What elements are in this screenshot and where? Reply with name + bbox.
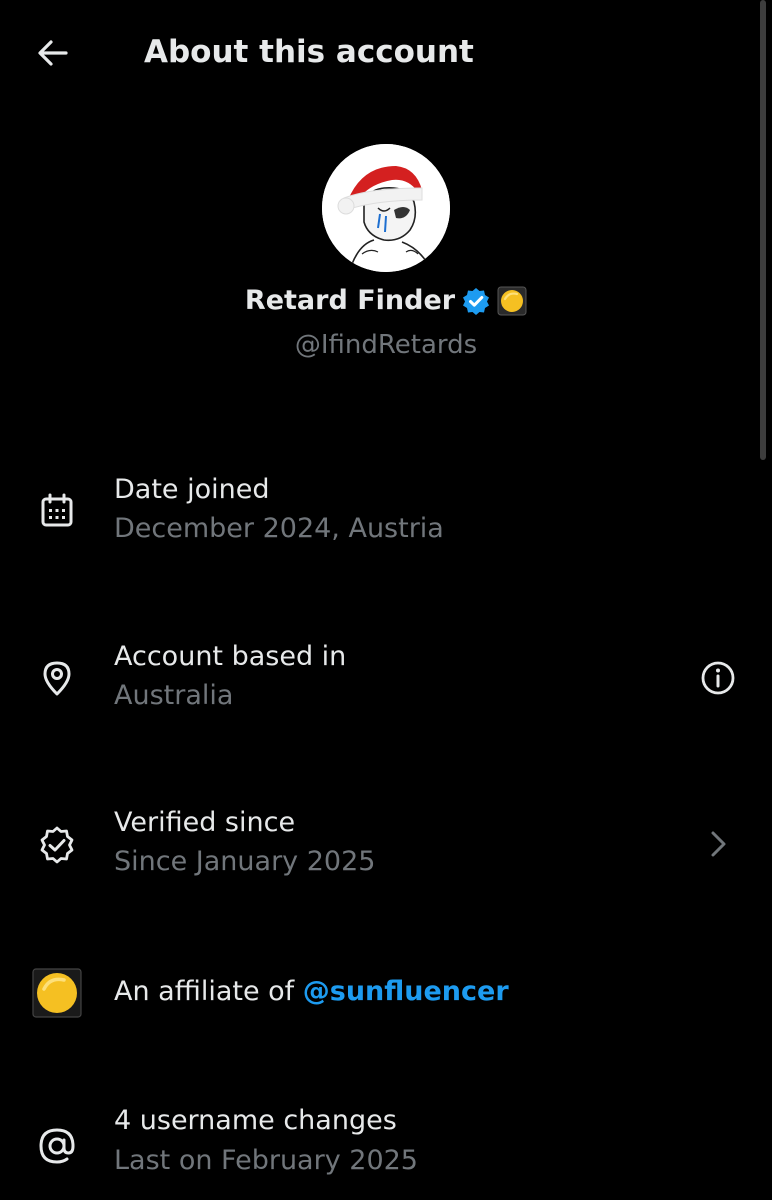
date-joined-row: Date joined December 2024, Austria [0,470,772,560]
username-changes-value: Last on February 2025 [114,1145,418,1176]
date-joined-value: December 2024, Austria [114,513,444,544]
affiliate-link[interactable]: @sunfluencer [303,976,509,1007]
at-sign-icon [32,1121,82,1171]
verified-since-value: Since January 2025 [114,846,376,877]
info-icon [701,661,735,695]
user-handle: @IfindRetards [294,330,478,360]
avatar-image [322,144,450,272]
affiliate-row: An affiliate of @sunfluencer [0,966,772,1026]
account-based-in-row: Account based in Australia [0,637,772,727]
avatar[interactable] [322,144,450,272]
location-pin-icon [32,653,82,703]
verified-since-label: Verified since [114,807,296,838]
name-row: Retard Finder [0,285,772,316]
verified-badge-icon [463,287,490,315]
account-based-in-label: Account based in [114,641,347,672]
date-joined-label: Date joined [114,474,270,505]
affiliate-text: An affiliate of @sunfluencer [114,976,509,1007]
calendar-icon [32,486,82,536]
username-changes-label: 4 username changes [114,1105,397,1136]
arrow-left-icon [38,40,68,66]
display-name: Retard Finder [244,285,456,316]
affiliate-prefix: An affiliate of [114,976,303,1007]
verified-outline-icon [32,820,82,870]
page-title: About this account [144,34,474,70]
account-based-in-value: Australia [114,680,234,711]
back-button[interactable] [28,28,78,78]
username-changes-row: 4 username changes Last on February 2025 [0,1105,772,1195]
sun-affiliate-icon [32,968,82,1018]
scrollbar[interactable] [760,0,766,460]
chevron-right-icon [698,824,738,864]
info-button[interactable] [698,658,738,698]
top-bar: About this account [0,0,772,105]
verified-since-row[interactable]: Verified since Since January 2025 [0,803,772,893]
sun-badge-icon [497,286,527,315]
